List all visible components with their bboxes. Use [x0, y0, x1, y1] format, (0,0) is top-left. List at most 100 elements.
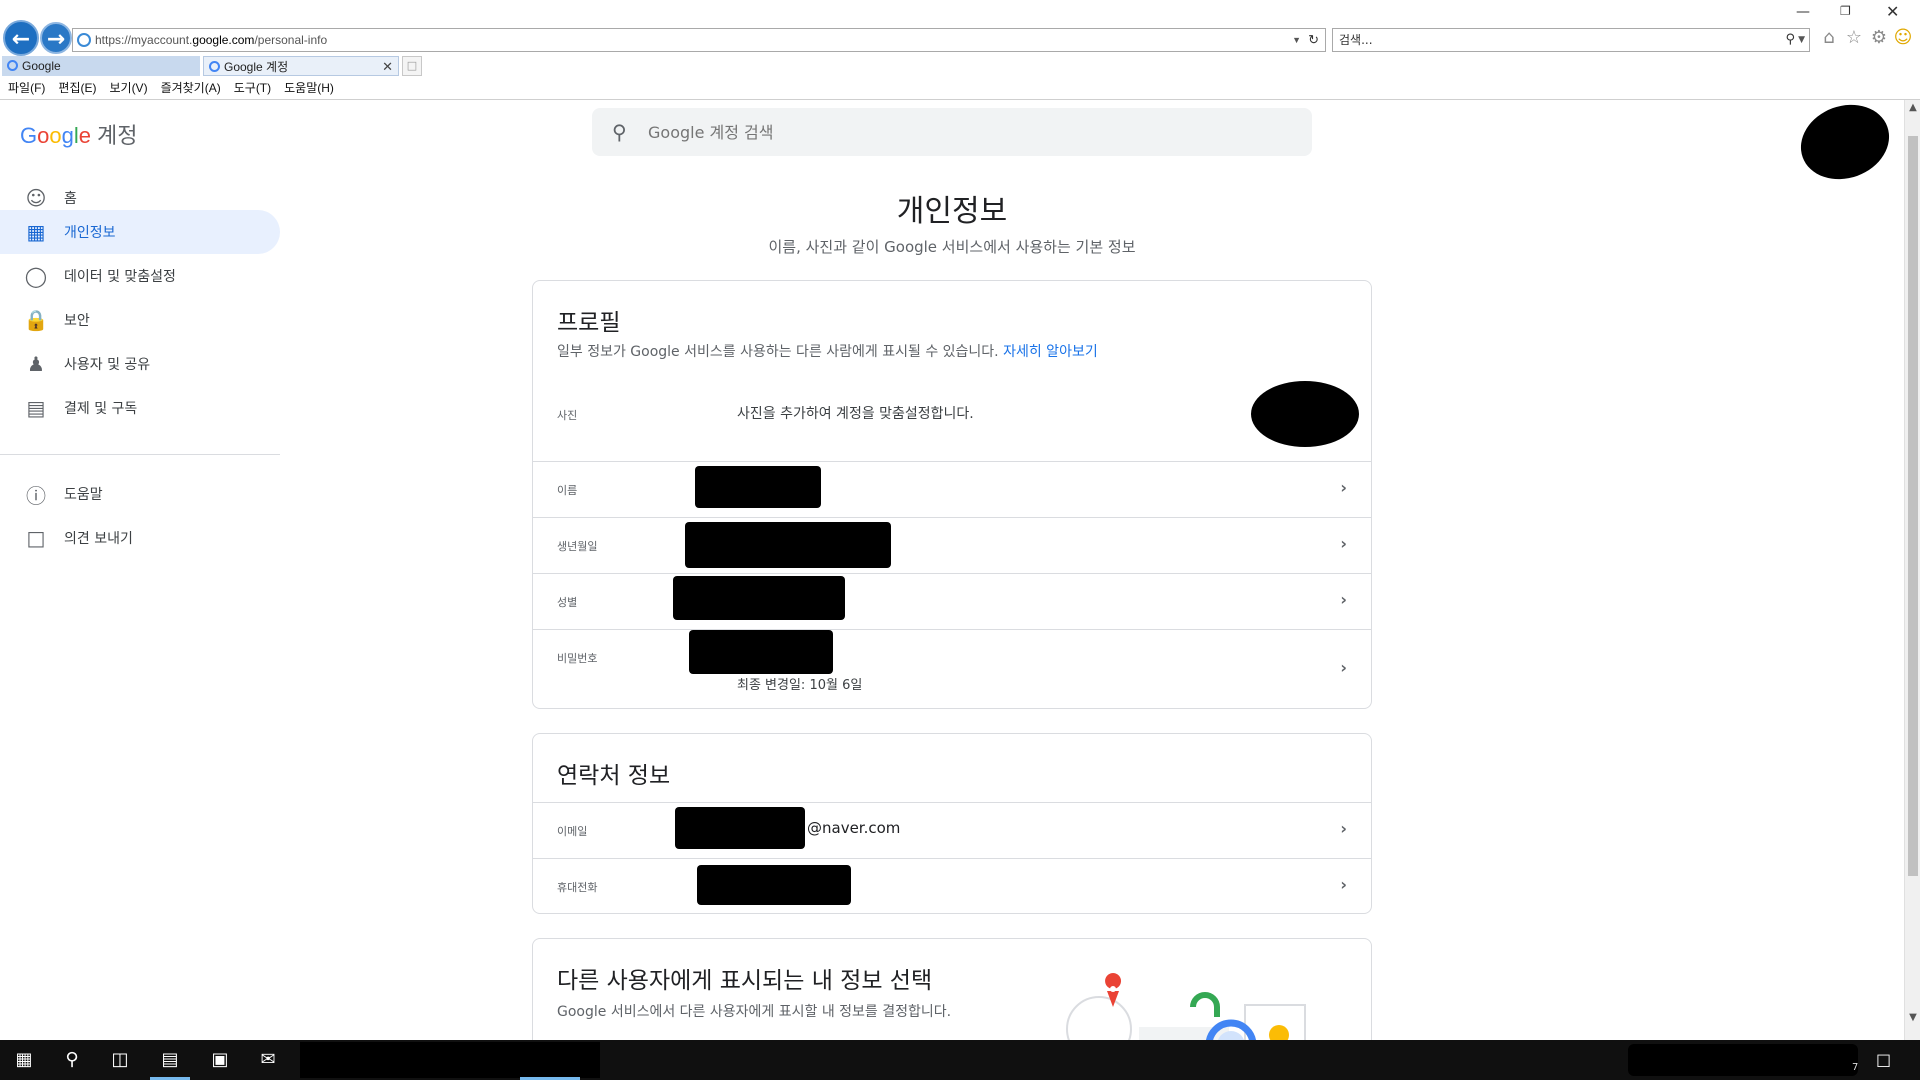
contact-info-card: 연락처 정보 이메일 @naver.com › 휴대전화 ›: [532, 733, 1372, 914]
menu-view[interactable]: 보기(V): [109, 80, 147, 96]
tab-google[interactable]: Google: [2, 56, 200, 76]
forward-button[interactable]: →: [40, 22, 72, 54]
windows-start-icon[interactable]: ▦: [12, 1048, 36, 1072]
profile-photo-avatar[interactable]: [1251, 381, 1359, 447]
smiley-feedback-icon[interactable]: ☺: [1892, 27, 1914, 49]
refresh-icon[interactable]: ↻: [1308, 29, 1319, 51]
task-view-icon[interactable]: ◫: [108, 1048, 132, 1072]
sidebar-item-label: 의견 보내기: [64, 531, 133, 547]
chevron-right-icon: ›: [1340, 478, 1347, 497]
sidebar-item-label: 도움말: [64, 487, 103, 503]
menu-edit[interactable]: 편집(E): [58, 80, 96, 96]
avatar[interactable]: [1790, 100, 1900, 192]
card-description: Google 서비스에서 다른 사용자에게 표시할 내 정보를 결정합니다.: [557, 1004, 952, 1020]
menu-favorites[interactable]: 즐겨찾기(A): [161, 80, 221, 96]
action-center-icon[interactable]: □: [1876, 1050, 1891, 1069]
search-icon[interactable]: ⚲: [60, 1048, 84, 1072]
scroll-up-arrow-icon[interactable]: ▲: [1905, 102, 1920, 113]
sidebar-item-feedback[interactable]: □ 의견 보내기: [0, 516, 280, 560]
card-title: 프로필: [557, 310, 621, 336]
chevron-right-icon: ›: [1340, 875, 1347, 894]
search-icon[interactable]: ⚲: [1785, 29, 1795, 51]
password-row[interactable]: 비밀번호 최종 변경일: 10월 6일 ›: [533, 629, 1371, 708]
menu-tools[interactable]: 도구(T): [234, 80, 271, 96]
account-search-input[interactable]: [648, 116, 1288, 148]
vertical-scrollbar[interactable]: ▲ ▼: [1904, 100, 1920, 1040]
scroll-down-arrow-icon[interactable]: ▼: [1905, 1012, 1920, 1023]
row-label: 생년월일: [557, 540, 598, 553]
sidebar-item-security[interactable]: 🔒 보안: [0, 298, 280, 342]
tab-label: Google 계정: [224, 60, 289, 74]
profile-card: 프로필 일부 정보가 Google 서비스를 사용하는 다른 사람에게 표시될 …: [532, 280, 1372, 709]
file-explorer-icon[interactable]: ▤: [158, 1048, 182, 1072]
google-favicon-icon: [7, 60, 18, 71]
tab-label: Google: [22, 59, 61, 73]
home-icon[interactable]: ⌂: [1818, 27, 1840, 49]
card-title: 연락처 정보: [557, 763, 671, 789]
learn-more-link[interactable]: 자세히 알아보기: [1003, 344, 1098, 360]
minimize-icon[interactable]: —: [1796, 4, 1810, 20]
logo-letter: g: [61, 123, 74, 148]
mail-icon[interactable]: ✉: [256, 1048, 280, 1072]
visibility-card[interactable]: 다른 사용자에게 표시되는 내 정보 선택 Google 서비스에서 다른 사용…: [532, 938, 1372, 1040]
url-prefix: https://myaccount.: [95, 33, 193, 47]
address-dropdown-icon[interactable]: ▼: [1292, 29, 1301, 51]
sidebar-item-label: 데이터 및 맞춤설정: [64, 269, 176, 285]
close-icon[interactable]: ✕: [1886, 2, 1899, 21]
birthday-row[interactable]: 생년월일 ›: [533, 517, 1371, 573]
logo-letter: G: [20, 123, 38, 148]
sidebar-item-people-sharing[interactable]: ♟ 사용자 및 공유: [0, 342, 280, 386]
sidebar-item-payments[interactable]: ▤ 결제 및 구독: [0, 386, 280, 430]
gender-row[interactable]: 성별 ›: [533, 573, 1371, 629]
photo-text: 사진을 추가하여 계정을 맞춤설정합니다.: [737, 406, 974, 422]
password-last-changed: 최종 변경일: 10월 6일: [737, 678, 863, 693]
feedback-icon: □: [26, 526, 46, 550]
card-description: 일부 정보가 Google 서비스를 사용하는 다른 사람에게 표시될 수 있습…: [557, 341, 1098, 361]
row-label: 사진: [557, 409, 578, 422]
phone-row[interactable]: 휴대전화 ›: [533, 858, 1371, 913]
search-dropdown-icon[interactable]: ▼: [1798, 29, 1805, 51]
windows-taskbar: ▦ ⚲ ◫ ▤ ▣ ✉ 7 □: [0, 1040, 1920, 1080]
name-row[interactable]: 이름 ›: [533, 461, 1371, 517]
email-row[interactable]: 이메일 @naver.com ›: [533, 802, 1371, 858]
chevron-right-icon: ›: [1340, 590, 1347, 609]
menu-bar: 파일(F) 편집(E) 보기(V) 즐겨찾기(A) 도구(T) 도움말(H): [8, 80, 334, 96]
redacted-value: [689, 630, 833, 674]
account-search-bar[interactable]: ⚲: [592, 108, 1312, 156]
store-icon[interactable]: ▣: [208, 1048, 232, 1072]
settings-gear-icon[interactable]: ⚙: [1868, 27, 1890, 49]
card-title: 다른 사용자에게 표시되는 내 정보 선택: [557, 968, 933, 994]
tab-close-icon[interactable]: ✕: [382, 57, 393, 77]
help-icon: ⓘ: [26, 483, 46, 508]
google-account-logo[interactable]: Google 계정: [20, 118, 138, 150]
menu-file[interactable]: 파일(F): [8, 80, 45, 96]
sidebar-item-data-personalization[interactable]: ◯ 데이터 및 맞춤설정: [0, 254, 280, 298]
ie-page-icon: [209, 61, 220, 72]
browser-search-placeholder: 검색...: [1339, 33, 1373, 47]
browser-search-box[interactable]: 검색... ⚲ ▼: [1332, 28, 1810, 52]
row-label: 성별: [557, 596, 578, 609]
chevron-right-icon: ›: [1340, 658, 1347, 677]
lock-icon: 🔒: [23, 308, 49, 332]
redacted-value: [695, 466, 821, 508]
sidebar-item-help[interactable]: ⓘ 도움말: [0, 472, 280, 516]
logo-suffix: 계정: [97, 123, 138, 148]
sidebar-item-label: 사용자 및 공유: [64, 357, 151, 373]
address-bar[interactable]: https://myaccount.google.com/personal-in…: [72, 28, 1326, 52]
sidebar-item-label: 결제 및 구독: [64, 401, 138, 417]
row-label: 휴대전화: [557, 881, 598, 894]
toggle-icon: ◯: [24, 264, 48, 288]
redacted-value: [697, 865, 851, 905]
back-button[interactable]: ←: [3, 20, 39, 56]
people-icon: ♟: [27, 352, 45, 376]
page-title: 개인정보: [896, 194, 1008, 229]
restore-icon[interactable]: ❐: [1840, 4, 1851, 18]
favorites-star-icon[interactable]: ☆: [1843, 27, 1865, 49]
scrollbar-thumb[interactable]: [1908, 136, 1918, 876]
new-tab-button[interactable]: □: [402, 56, 422, 76]
redacted-value: [685, 522, 891, 568]
photo-row[interactable]: 사진 사진을 추가하여 계정을 맞춤설정합니다.: [533, 377, 1371, 453]
chevron-right-icon: ›: [1340, 819, 1347, 838]
tab-google-account[interactable]: Google 계정 ✕: [203, 56, 399, 76]
menu-help[interactable]: 도움말(H): [284, 80, 334, 96]
